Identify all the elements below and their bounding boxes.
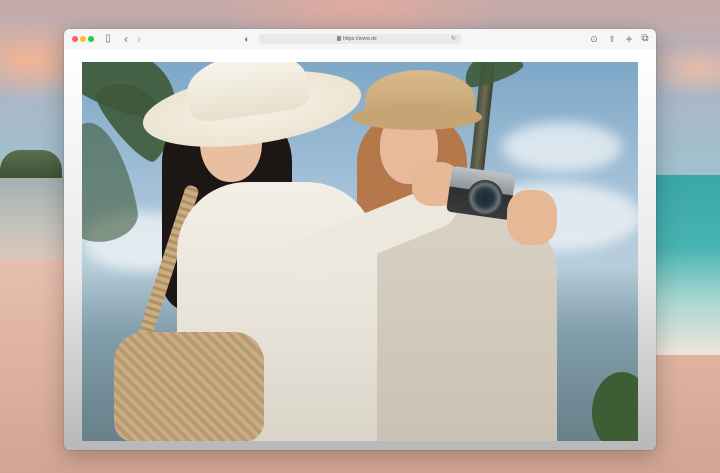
page-content (64, 49, 656, 450)
reload-icon[interactable]: ↻ (451, 34, 456, 44)
browser-toolbar: ▯ ‹ › ◐ https://www.de ↻ ⊙ ⇪ + ⧉ (64, 29, 656, 50)
tabs-icon[interactable]: ⧉ (638, 32, 652, 46)
photo-cloud (502, 122, 622, 172)
desktop: ▯ ‹ › ◐ https://www.de ↻ ⊙ ⇪ + ⧉ (0, 0, 720, 473)
minimize-window-button[interactable] (80, 36, 86, 42)
sidebar-icon[interactable]: ▯ (101, 32, 115, 46)
address-url: https://www.de (343, 36, 377, 42)
maximize-window-button[interactable] (88, 36, 94, 42)
plus-icon[interactable]: + (622, 32, 636, 46)
address-bar[interactable]: https://www.de ↻ (259, 34, 461, 44)
share-icon[interactable]: ⇪ (605, 32, 619, 46)
chevron-right-icon[interactable]: › (132, 32, 146, 46)
photo-bucket-hat-brim (352, 104, 482, 130)
shield-icon[interactable]: ◐ (240, 32, 254, 46)
lock-icon (337, 36, 341, 41)
photo-camera-lens (467, 180, 503, 216)
browser-window: ▯ ‹ › ◐ https://www.de ↻ ⊙ ⇪ + ⧉ (64, 29, 656, 450)
close-window-button[interactable] (72, 36, 78, 42)
photo-straw-bag (114, 332, 264, 441)
download-icon[interactable]: ⊙ (587, 32, 601, 46)
hero-photo (82, 62, 638, 441)
chevron-left-icon[interactable]: ‹ (119, 32, 133, 46)
photo-hand (507, 190, 557, 245)
wallpaper-island (0, 150, 62, 178)
wallpaper-sea-left (0, 175, 70, 265)
